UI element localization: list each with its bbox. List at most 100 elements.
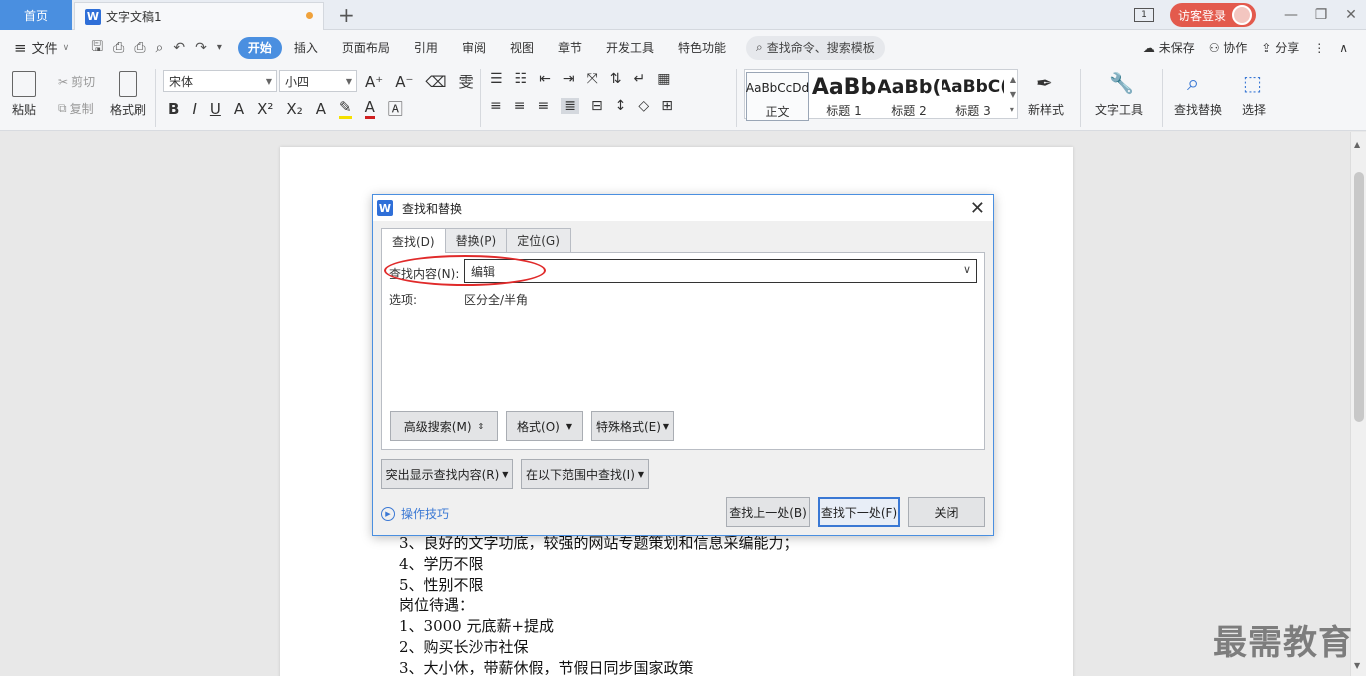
gallery-scroll-icon[interactable]: ▲ ▼ ▾ — [1010, 72, 1016, 117]
text-effect-icon[interactable]: A — [316, 100, 326, 118]
superscript-icon[interactable]: X² — [257, 100, 273, 118]
document-body[interactable]: 3、良好的文字功底，较强的网站专题策划和信息采编能力； 4、学历不限 5、性别不… — [399, 533, 799, 676]
tips-link[interactable]: ▶ 操作技巧 — [381, 505, 449, 522]
restore-icon[interactable]: ❐ — [1306, 7, 1336, 23]
chevron-down-icon[interactable]: ∨ — [963, 263, 971, 276]
menu-insert[interactable]: 插入 — [282, 39, 330, 56]
font-size-select[interactable]: 小四 ▼ — [279, 70, 357, 92]
format-button[interactable]: 格式(O) ▼ — [506, 411, 583, 441]
format-painter-button[interactable]: 格式刷 — [110, 71, 146, 118]
find-replace-button[interactable]: ⌕ 查找替换 — [1174, 71, 1222, 118]
print-preview-icon[interactable]: ⌕ — [156, 40, 164, 56]
bullet-list-icon[interactable]: ☰ — [490, 71, 503, 87]
scroll-up-icon[interactable]: ▲ — [1354, 140, 1360, 149]
more-icon[interactable]: ⋮ — [1313, 41, 1325, 55]
customize-icon[interactable]: ▾ — [217, 42, 222, 53]
close-button[interactable]: 关闭 — [908, 497, 985, 527]
menu-view[interactable]: 视图 — [498, 39, 546, 56]
style-heading-1[interactable]: AaBb 标题 1 — [812, 72, 876, 119]
chinese-layout-icon[interactable]: ⤧ — [587, 71, 598, 87]
undo-icon[interactable]: ↶ — [173, 40, 185, 56]
find-previous-button[interactable]: 查找上一处(B) — [726, 497, 810, 527]
find-panel: 查找内容(N): 编辑 ∨ 选项: 区分全/半角 高级搜索(M) ⇕ 格式(O) ▼… — [381, 252, 985, 450]
special-format-button[interactable]: 特殊格式(E) ▼ — [591, 411, 674, 441]
menu-references[interactable]: 引用 — [402, 39, 450, 56]
paste-button[interactable]: 粘贴 — [12, 71, 36, 118]
font-color-icon[interactable]: A — [364, 98, 375, 119]
scroll-thumb[interactable] — [1354, 172, 1364, 422]
styles-gallery[interactable]: AaBbCcDd 正文 AaBb 标题 1 AaBb( 标题 2 AaBbC( … — [744, 69, 1018, 121]
select-button[interactable]: ⬚ 选择 — [1242, 71, 1266, 118]
style-normal[interactable]: AaBbCcDd 正文 — [746, 72, 809, 121]
tab-replace[interactable]: 替换(P) — [444, 228, 508, 252]
collapse-ribbon-icon[interactable]: ∧ — [1339, 41, 1348, 55]
new-style-button[interactable]: ✒ 新样式 — [1028, 71, 1064, 118]
cut-button[interactable]: ✂ 剪切 — [58, 73, 95, 90]
share-button[interactable]: ⇪ 分享 — [1261, 39, 1299, 56]
redo-icon[interactable]: ↷ — [195, 40, 207, 56]
menu-section[interactable]: 章节 — [546, 39, 594, 56]
shading-icon[interactable]: ◇ — [638, 98, 649, 114]
advanced-search-button[interactable]: 高级搜索(M) ⇕ — [390, 411, 498, 441]
highlight-results-button[interactable]: 突出显示查找内容(R) ▼ — [381, 459, 513, 489]
style-heading-3[interactable]: AaBbC( 标题 3 — [942, 72, 1004, 119]
visitor-login-button[interactable]: 访客登录 — [1169, 3, 1256, 27]
style-heading-2[interactable]: AaBb( 标题 2 — [878, 72, 940, 119]
minimize-icon[interactable]: — — [1276, 7, 1306, 23]
menu-page-layout[interactable]: 页面布局 — [330, 39, 402, 56]
align-right-icon[interactable]: ≡ — [537, 98, 549, 114]
justify-icon[interactable]: ≣ — [561, 98, 579, 114]
char-border-icon[interactable]: 🄰 — [388, 98, 403, 119]
find-what-input[interactable]: 编辑 ∨ — [464, 259, 977, 283]
bold-icon[interactable]: B — [168, 100, 179, 118]
menu-developer[interactable]: 开发工具 — [594, 39, 666, 56]
vertical-scrollbar[interactable]: ▲ ▼ — [1350, 132, 1366, 676]
export-icon[interactable]: ⎙ — [113, 40, 124, 56]
italic-icon[interactable]: I — [192, 100, 196, 118]
numbered-list-icon[interactable]: ☷ — [515, 71, 528, 87]
print-icon[interactable]: ⎙ — [134, 40, 145, 56]
collab-button[interactable]: ⚇ 协作 — [1209, 39, 1248, 56]
plus-icon[interactable]: + — [338, 3, 355, 27]
screen-count-icon[interactable]: 1 — [1133, 8, 1154, 22]
command-search[interactable]: ⌕ 查找命令、搜索模板 — [746, 35, 885, 60]
align-center-icon[interactable]: ≡ — [514, 98, 526, 114]
font-name-select[interactable]: 宋体 ▼ — [163, 70, 277, 92]
shrink-font-icon[interactable]: A⁻ — [395, 73, 413, 91]
strikethrough-icon[interactable]: A — [234, 100, 244, 118]
underline-icon[interactable]: U — [210, 100, 221, 118]
clear-format-icon[interactable]: ⌫ — [425, 73, 446, 91]
file-menu[interactable]: ≡ 文件 ∨ — [14, 38, 69, 58]
menu-start[interactable]: 开始 — [237, 36, 282, 59]
grow-font-icon[interactable]: A⁺ — [365, 73, 383, 91]
copy-button[interactable]: ⧉ 复制 — [58, 100, 94, 117]
find-next-button[interactable]: 查找下一处(F) — [818, 497, 900, 527]
highlight-icon[interactable]: ✎ — [338, 98, 352, 119]
scroll-down-icon[interactable]: ▼ — [1354, 661, 1360, 670]
table-grid-icon[interactable]: ▦ — [657, 71, 670, 87]
borders-icon[interactable]: ⊞ — [661, 98, 673, 114]
highlight-results-label: 突出显示查找内容(R) — [385, 467, 500, 482]
tab-goto[interactable]: 定位(G) — [506, 228, 571, 252]
sort-icon[interactable]: ⇅ — [610, 71, 622, 87]
text-tools-button[interactable]: 🔧 文字工具 — [1095, 71, 1143, 118]
distribute-icon[interactable]: ⊟ — [591, 98, 603, 114]
tab-find[interactable]: 查找(D) — [381, 228, 446, 253]
save-icon[interactable]: 🖫 — [91, 36, 103, 60]
decrease-indent-icon[interactable]: ⇤ — [539, 71, 551, 87]
align-left-icon[interactable]: ≡ — [490, 98, 502, 114]
menu-review[interactable]: 审阅 — [450, 39, 498, 56]
tab-home[interactable]: 首页 — [0, 0, 72, 30]
tab-document[interactable]: W 文字文稿1 — [74, 2, 324, 30]
pinyin-icon[interactable]: 雯 — [459, 71, 474, 92]
show-marks-icon[interactable]: ↵ — [634, 71, 646, 87]
find-in-button[interactable]: 在以下范围中查找(I) ▼ — [521, 459, 649, 489]
dialog-title-bar[interactable]: W 查找和替换 ✕ — [373, 195, 993, 221]
unsaved-status[interactable]: ☁ 未保存 — [1143, 39, 1195, 56]
close-icon[interactable]: ✕ — [970, 198, 985, 219]
menu-features[interactable]: 特色功能 — [666, 39, 738, 56]
close-window-icon[interactable]: ✕ — [1336, 7, 1366, 23]
subscript-icon[interactable]: X₂ — [286, 100, 302, 118]
increase-indent-icon[interactable]: ⇥ — [563, 71, 575, 87]
line-spacing-icon[interactable]: ↕ — [615, 98, 627, 114]
